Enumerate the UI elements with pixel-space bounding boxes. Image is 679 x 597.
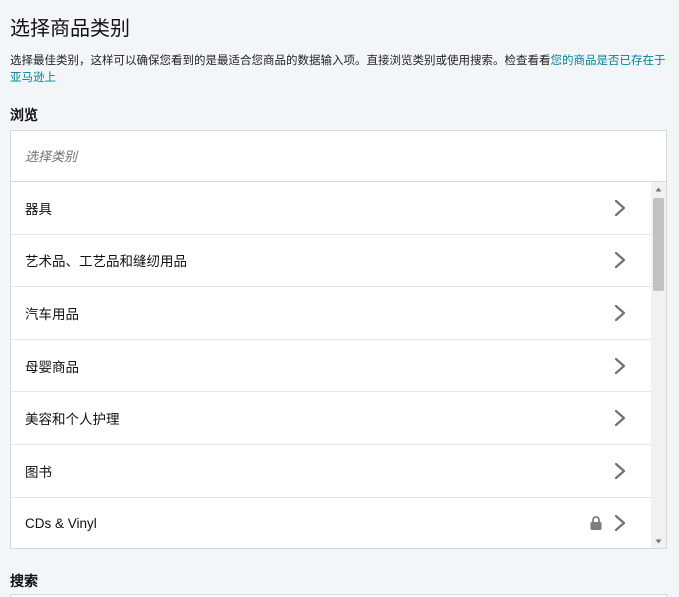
category-label: CDs & Vinyl (25, 515, 97, 531)
chevron-right-icon (614, 304, 626, 322)
page: 选择商品类别 选择最佳类别，这样可以确保您看到的是最适合您商品的数据输入项。直接… (0, 0, 679, 597)
category-select-input[interactable] (11, 131, 666, 182)
intro-body: 选择最佳类别，这样可以确保您看到的是最适合您商品的数据输入项。直接浏览类别或使用… (10, 55, 551, 67)
chevron-right-icon (614, 515, 626, 532)
category-list: 器具 艺术品、工艺品和缝纫用品 汽车用品 母婴商品 美容和个人护理 图书 CDs… (11, 182, 651, 548)
chevron-right-icon (614, 252, 626, 269)
chevron-right-icon (614, 410, 626, 427)
scroll-up-arrow-icon[interactable] (651, 182, 666, 196)
category-item[interactable]: CDs & Vinyl (11, 497, 651, 548)
category-item[interactable]: 汽车用品 (11, 287, 651, 340)
page-title: 选择商品类别 (10, 18, 130, 40)
category-item[interactable]: 美容和个人护理 (11, 392, 651, 445)
category-label: 美容和个人护理 (25, 412, 120, 428)
category-label: 汽车用品 (25, 306, 79, 322)
category-list-scrollbar[interactable] (651, 182, 666, 548)
category-label: 母婴商品 (25, 359, 79, 375)
category-item[interactable]: 图书 (11, 444, 651, 498)
scroll-down-arrow-icon[interactable] (651, 534, 666, 548)
chevron-right-icon (614, 199, 626, 216)
browse-panel: 器具 艺术品、工艺品和缝纫用品 汽车用品 母婴商品 美容和个人护理 (10, 130, 667, 549)
lock-icon (590, 516, 602, 531)
category-label: 器具 (25, 201, 52, 217)
search-section-label: 搜索 (10, 573, 38, 589)
scrollbar-thumb[interactable] (653, 198, 664, 291)
category-item[interactable]: 母婴商品 (11, 339, 651, 393)
intro-text: 选择最佳类别，这样可以确保您看到的是最适合您商品的数据输入项。直接浏览类别或使用… (10, 53, 670, 87)
category-label: 图书 (25, 464, 52, 480)
category-list-viewport: 器具 艺术品、工艺品和缝纫用品 汽车用品 母婴商品 美容和个人护理 图书 CDs… (11, 182, 666, 548)
category-item[interactable]: 器具 (11, 182, 651, 235)
chevron-right-icon (614, 462, 626, 479)
browse-section-label: 浏览 (10, 107, 38, 123)
category-label: 艺术品、工艺品和缝纫用品 (25, 254, 187, 270)
category-item[interactable]: 艺术品、工艺品和缝纫用品 (11, 234, 651, 288)
chevron-right-icon (614, 357, 626, 374)
